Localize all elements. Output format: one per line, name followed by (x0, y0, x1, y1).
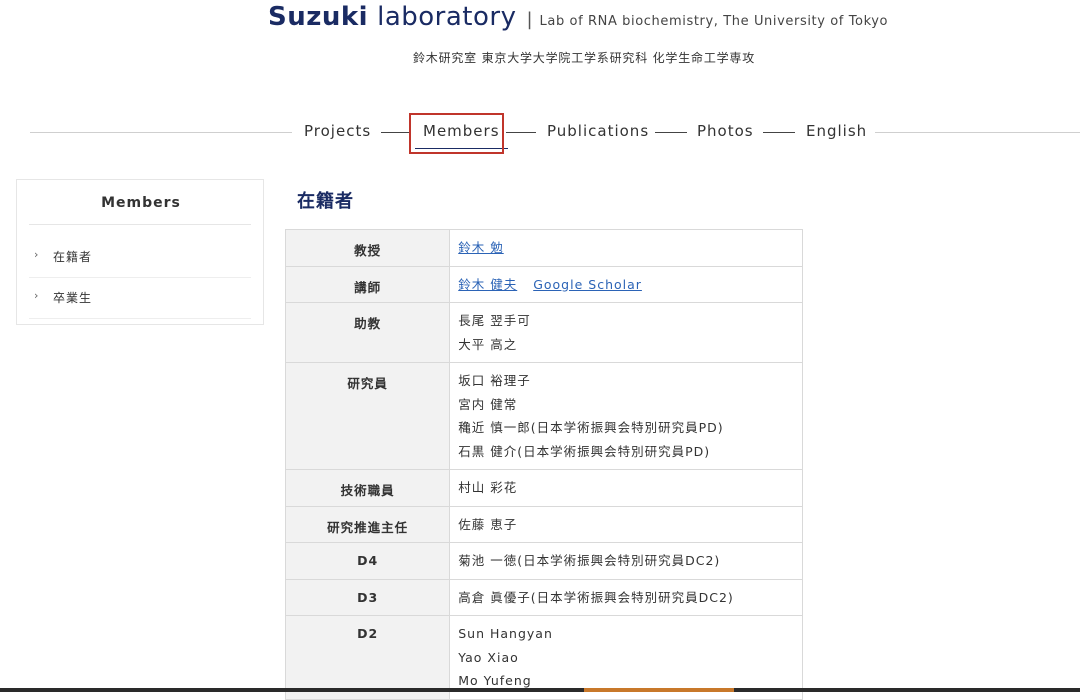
member-name: 穐近 慎一郎(日本学術振興会特別研究員PD) (458, 420, 724, 435)
chevron-right-icon: › (34, 289, 39, 302)
table-row: 講師 鈴木 健夫 Google Scholar (284, 265, 803, 303)
nav-item-photos[interactable]: Photos (697, 122, 754, 140)
site-subtitle-jp: 鈴木研究室 東京大学大学院工学系研究科 化学生命工学専攻 (412, 51, 756, 65)
nav-divider (30, 132, 292, 133)
table-row: 研究推進主任 佐藤 恵子 (284, 505, 803, 543)
member-link[interactable]: 鈴木 健夫 (458, 273, 517, 297)
member-name: 大平 高之 (458, 336, 518, 352)
members-table: 教授 鈴木 勉 講師 鈴木 健夫 Google Scholar 助教 長尾 翌手… (284, 229, 803, 700)
table-row: D3 高倉 眞優子(日本学術振興会特別研究員DC2) (284, 578, 803, 616)
sidebar-divider (29, 224, 251, 225)
nav-divider (763, 132, 795, 133)
nav-divider (655, 132, 687, 133)
sidebar-title: Members (101, 195, 181, 211)
names-cell: 村山 彩花 (449, 469, 803, 507)
role-cell: D4 (284, 542, 451, 580)
role-label: 研究員 (347, 376, 388, 391)
logo-name[interactable]: Suzuki (268, 2, 368, 32)
members-highlight-box (409, 113, 504, 154)
chevron-right-icon: › (34, 248, 39, 261)
role-cell: 技術職員 (284, 469, 451, 507)
table-row: 研究員 坂口 裕理子 宮内 健常 穐近 慎一郎(日本学術振興会特別研究員PD) … (284, 362, 803, 470)
role-label: D3 (357, 589, 379, 605)
member-name: 高倉 眞優子(日本学術振興会特別研究員DC2) (458, 589, 734, 605)
member-name: 石黒 健介(日本学術振興会特別研究員PD) (458, 443, 711, 459)
role-label: 助教 (354, 316, 382, 331)
role-label: 技術職員 (340, 483, 395, 498)
role-label: 研究推進主任 (327, 519, 409, 535)
names-cell: 佐藤 恵子 (449, 505, 803, 543)
names-cell: 高倉 眞優子(日本学術振興会特別研究員DC2) (449, 578, 803, 616)
table-row: D4 菊池 一徳(日本学術振興会特別研究員DC2) (284, 542, 803, 580)
member-name: Sun Hangyan (458, 626, 553, 641)
global-nav: Projects Members Publications Photos Eng… (0, 112, 1080, 154)
table-row: 技術職員 村山 彩花 (284, 469, 803, 507)
role-cell: D3 (284, 578, 451, 616)
site-subtitle-en: Lab of RNA biochemistry, The University … (539, 14, 889, 29)
nav-divider (875, 132, 1080, 133)
table-row: 助教 長尾 翌手可 大平 高之 (284, 302, 803, 363)
window-bottom-edge (0, 688, 1080, 692)
nav-divider (381, 132, 409, 133)
member-link[interactable]: 鈴木 勉 (458, 236, 503, 260)
table-row: D2 Sun Hangyan Yao Xiao Mo Yufeng (284, 615, 803, 700)
member-name: 宮内 健常 (458, 396, 518, 412)
google-scholar-link[interactable]: Google Scholar (533, 273, 642, 297)
nav-item-english[interactable]: English (806, 122, 867, 140)
member-name: 坂口 裕理子 (458, 373, 531, 388)
role-cell: D2 (284, 615, 451, 700)
role-label: D4 (357, 553, 379, 568)
window-bottom-accent (584, 688, 734, 692)
sidebar-item-alumni[interactable]: › 卒業生 (29, 278, 251, 319)
names-cell: Sun Hangyan Yao Xiao Mo Yufeng (449, 615, 803, 700)
role-cell: 講師 (284, 265, 451, 303)
member-name: 菊池 一徳(日本学術振興会特別研究員DC2) (458, 553, 721, 568)
sidebar: Members › 在籍者 › 卒業生 (16, 179, 264, 325)
sidebar-item-current-members[interactable]: › 在籍者 (29, 237, 251, 278)
sidebar-item-label[interactable]: 卒業生 (53, 289, 92, 306)
sidebar-item-label[interactable]: 在籍者 (53, 248, 92, 265)
role-label: 講師 (354, 279, 382, 295)
table-row: 教授 鈴木 勉 (284, 229, 803, 267)
role-cell: 研究員 (284, 362, 451, 470)
logo-laboratory[interactable]: laboratory (377, 2, 516, 32)
role-cell: 助教 (284, 302, 451, 363)
names-cell: 菊池 一徳(日本学術振興会特別研究員DC2) (449, 542, 803, 580)
nav-item-publications[interactable]: Publications (547, 122, 649, 140)
role-cell: 研究推進主任 (284, 505, 451, 543)
nav-divider (506, 132, 536, 133)
member-name: Yao Xiao (458, 649, 519, 665)
member-name: 長尾 翌手可 (458, 313, 531, 328)
role-label: 教授 (354, 243, 382, 258)
title-separator: | (526, 9, 533, 30)
names-cell: 長尾 翌手可 大平 高之 (449, 302, 803, 363)
names-cell: 鈴木 勉 (449, 229, 803, 267)
role-cell: 教授 (284, 229, 451, 267)
names-cell: 坂口 裕理子 宮内 健常 穐近 慎一郎(日本学術振興会特別研究員PD) 石黒 健… (449, 362, 803, 470)
member-name: 村山 彩花 (458, 480, 518, 495)
site-header: Suzuki laboratory | Lab of RNA biochemis… (0, 0, 1080, 90)
names-cell: 鈴木 健夫 Google Scholar (449, 265, 803, 303)
section-title: 在籍者 (297, 191, 354, 212)
member-name: 佐藤 恵子 (458, 516, 518, 532)
role-label: D2 (357, 626, 379, 641)
site-title[interactable]: Suzuki laboratory | Lab of RNA biochemis… (268, 2, 888, 32)
nav-item-projects[interactable]: Projects (304, 122, 371, 140)
